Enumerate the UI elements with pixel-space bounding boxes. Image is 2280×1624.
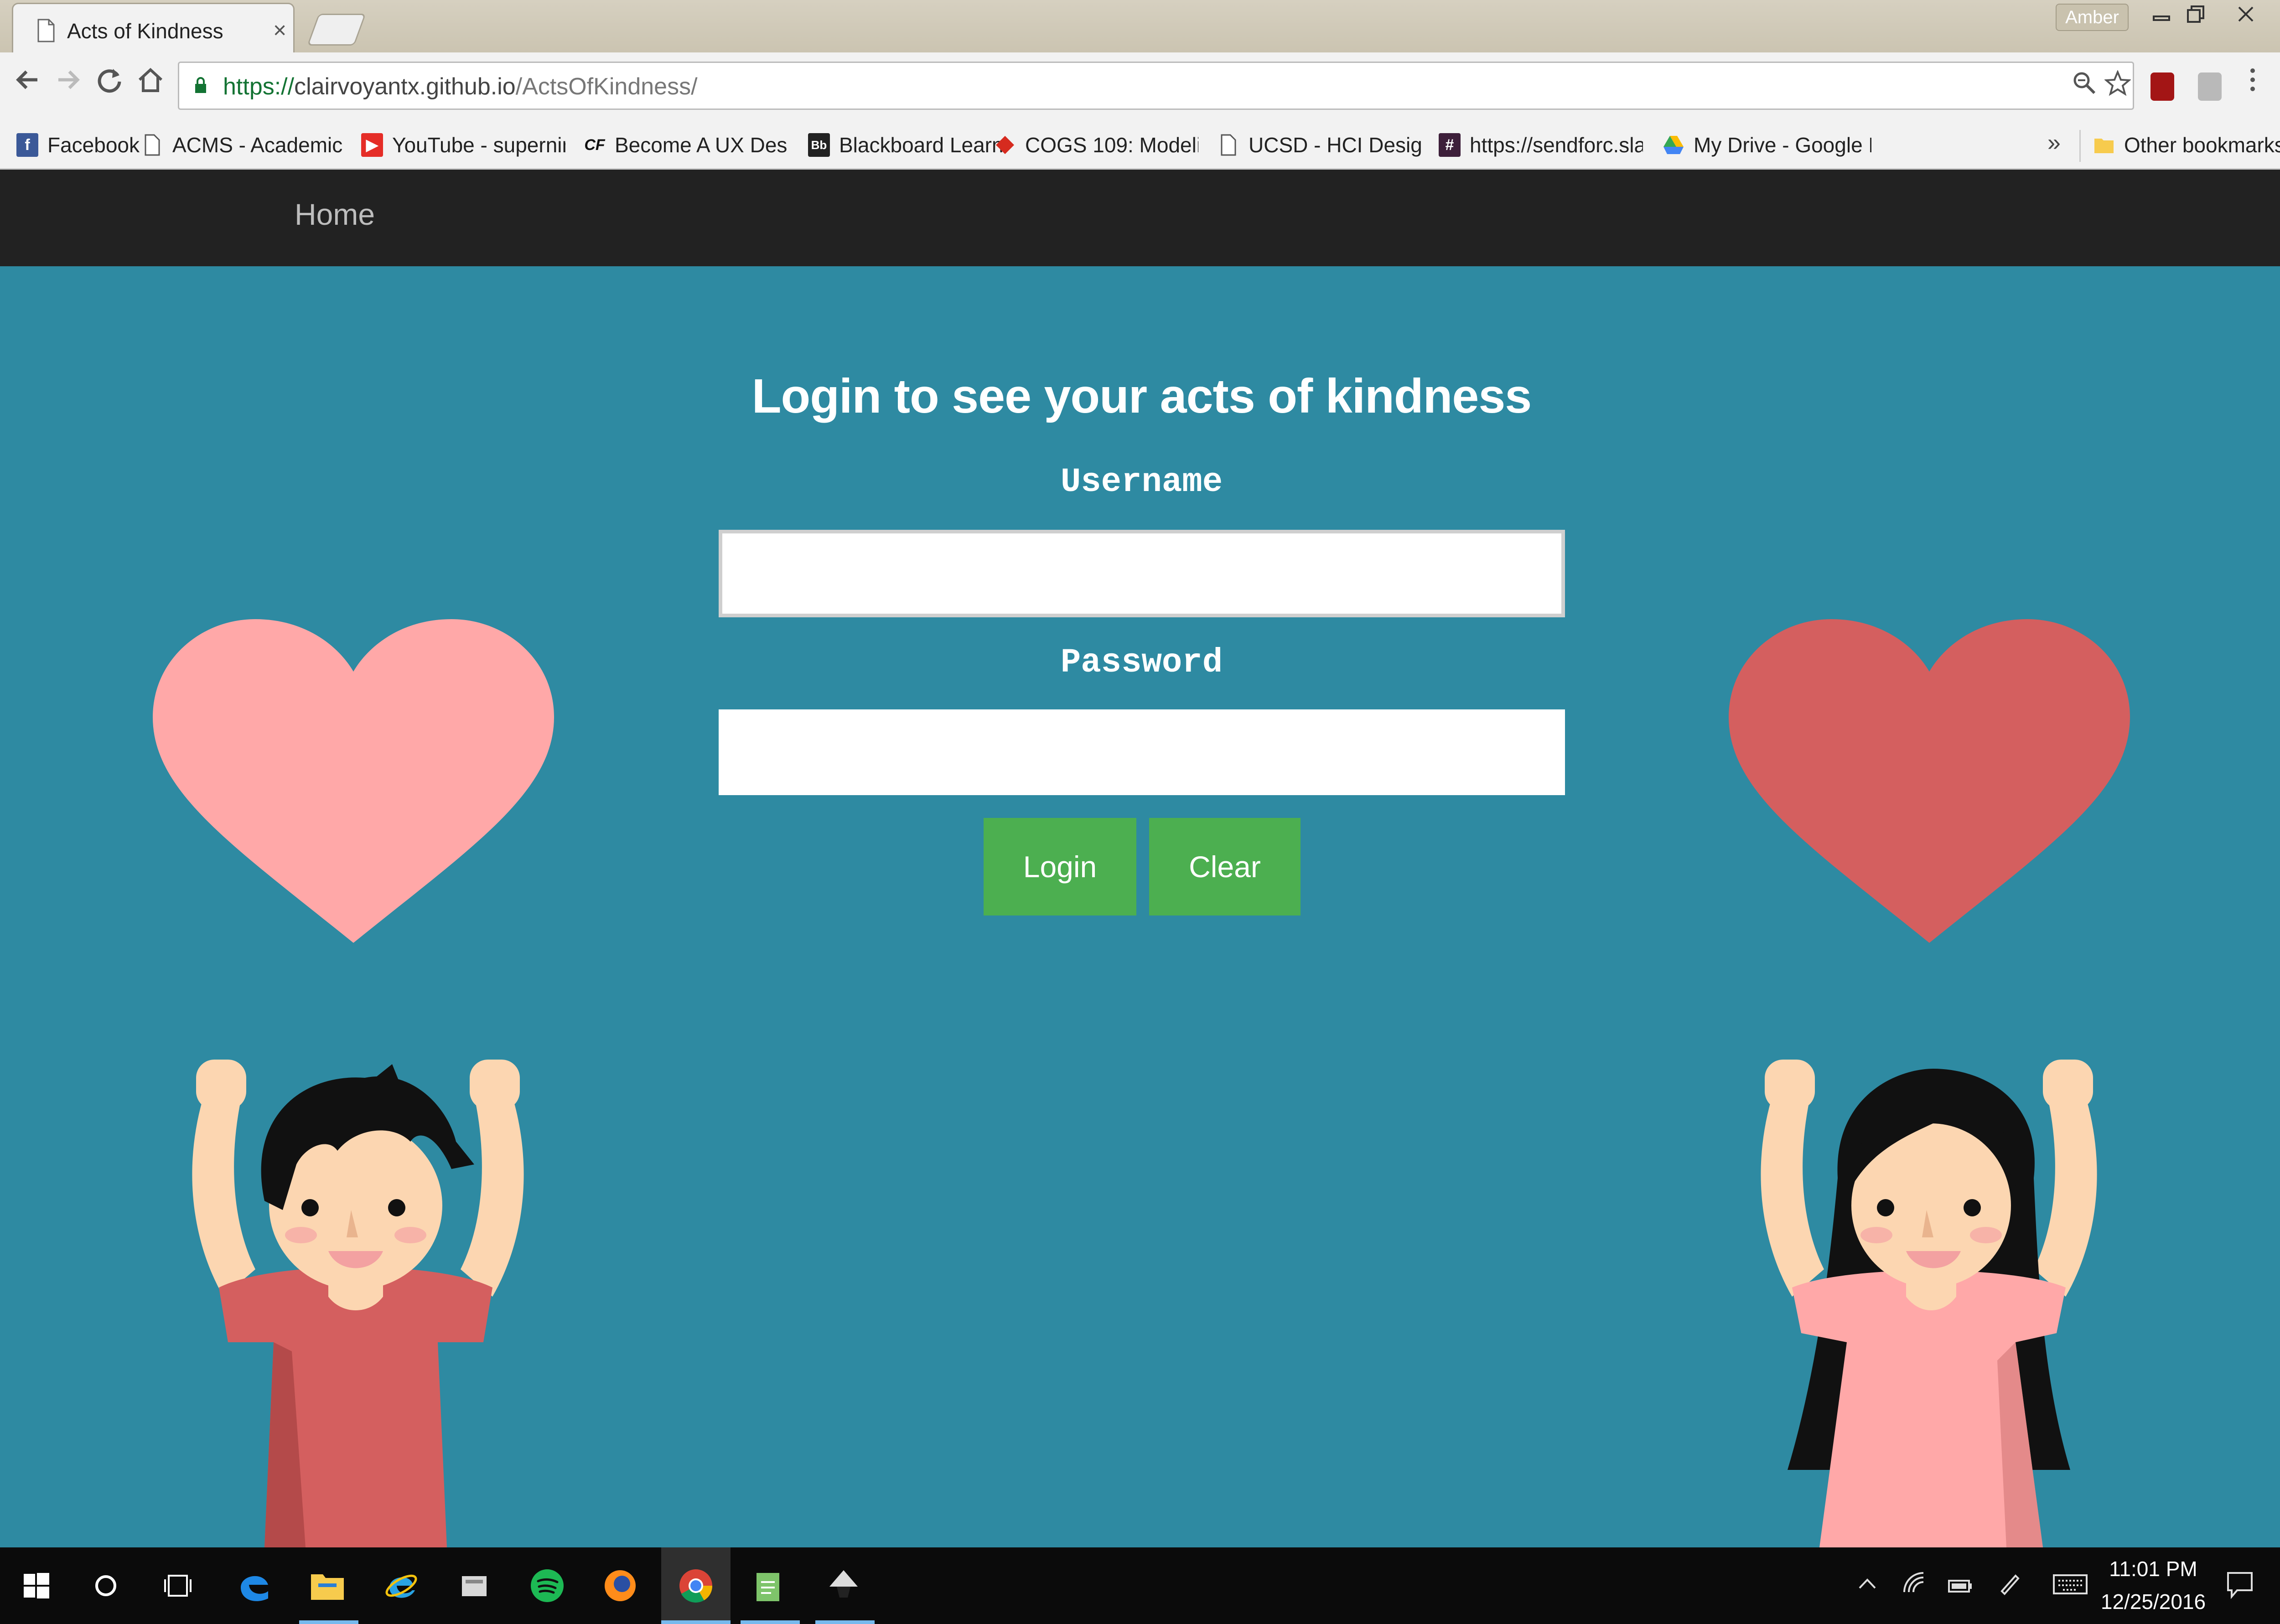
bookmark-google-drive[interactable]: My Drive - Google Dr — [1663, 129, 1877, 161]
restore-icon[interactable] — [2184, 3, 2207, 31]
bookmark-cogs[interactable]: COGS 109: Modeling — [994, 129, 1204, 161]
spotify-icon[interactable] — [524, 1563, 570, 1608]
canvas-icon — [994, 133, 1016, 157]
edge-icon[interactable] — [232, 1563, 277, 1608]
notepad-icon[interactable] — [746, 1563, 792, 1608]
home-icon[interactable] — [136, 65, 165, 101]
task-view-icon[interactable] — [155, 1563, 201, 1608]
internet-explorer-icon[interactable] — [378, 1563, 424, 1608]
bookmark-acms[interactable]: ACMS - Academic Co — [141, 129, 347, 161]
password-input[interactable] — [719, 709, 1565, 795]
address-bar[interactable]: https://clairvoyantx.github.io/ActsOfKin… — [178, 62, 2134, 110]
heart-right-icon — [1729, 619, 2130, 943]
browser-toolbar: https://clairvoyantx.github.io/ActsOfKin… — [0, 52, 2280, 122]
main-content: Login to see your acts of kindness Usern… — [0, 266, 2280, 1547]
bookmark-hci-design[interactable]: UCSD - HCI Design - ( — [1218, 129, 1427, 161]
file-explorer-icon[interactable] — [305, 1563, 350, 1608]
network-icon[interactable] — [1902, 1570, 1927, 1602]
minimize-icon[interactable] — [2150, 3, 2173, 31]
windows-taskbar: 11:01 PM 12/25/2016 — [0, 1547, 2280, 1624]
reload-icon[interactable] — [95, 65, 124, 101]
girl-illustration — [1761, 1060, 2097, 1547]
action-center-icon[interactable] — [2225, 1570, 2254, 1606]
folder-icon — [2093, 133, 2115, 157]
new-tab-button[interactable] — [307, 14, 366, 46]
app-icon[interactable] — [451, 1563, 497, 1608]
show-hidden-icons-icon[interactable] — [1856, 1570, 1879, 1602]
site-navbar: Home — [0, 170, 2280, 266]
keyboard-icon[interactable] — [2052, 1570, 2088, 1602]
firefox-icon[interactable] — [597, 1563, 643, 1608]
heart-left-icon — [153, 619, 554, 943]
bookmarks-separator — [2079, 130, 2081, 162]
windows-start-icon[interactable] — [14, 1563, 59, 1608]
battery-icon[interactable] — [1947, 1570, 1973, 1602]
page-icon — [37, 19, 55, 42]
boy-illustration — [192, 1060, 524, 1547]
ublock-icon[interactable] — [2150, 72, 2174, 101]
back-icon[interactable] — [13, 65, 42, 101]
lock-icon — [195, 77, 206, 93]
clear-button[interactable]: Clear — [1149, 818, 1301, 915]
bookmarks-bar: f Facebook ACMS - Academic Co ▶ YouTube … — [0, 122, 2280, 170]
clock-date[interactable]: 12/25/2016 — [2094, 1589, 2213, 1614]
url-text: https://clairvoyantx.github.io/ActsOfKin… — [223, 73, 698, 100]
cf-icon: CF — [584, 136, 605, 154]
zoom-icon[interactable] — [2072, 70, 2097, 102]
bookmark-slack[interactable]: # https://sendforc.slack — [1439, 129, 1648, 161]
bookmark-blackboard[interactable]: Bb Blackboard Learn — [808, 129, 1004, 161]
forward-icon[interactable] — [54, 65, 83, 101]
extension-icon[interactable] — [2198, 72, 2222, 101]
youtube-icon: ▶ — [361, 133, 383, 157]
bookmark-ux-design[interactable]: CF Become A UX Design — [584, 129, 793, 161]
close-window-icon[interactable] — [2234, 3, 2257, 31]
tab-title: Acts of Kindness — [67, 19, 223, 43]
inkscape-icon[interactable] — [821, 1563, 866, 1608]
facebook-icon: f — [16, 133, 38, 157]
bookmark-other[interactable]: Other bookmarks — [2093, 129, 2280, 161]
inkscape-running-indicator — [815, 1620, 875, 1624]
browser-titlebar: Acts of Kindness × Amber — [0, 0, 2280, 54]
tab-close-icon[interactable]: × — [273, 17, 286, 43]
more-bookmarks-icon[interactable]: » — [2047, 129, 2061, 156]
file-explorer-running-indicator — [299, 1620, 358, 1624]
chrome-running-indicator — [661, 1620, 731, 1624]
login-button[interactable]: Login — [984, 818, 1136, 915]
bookmark-youtube[interactable]: ▶ YouTube - superninja — [361, 129, 566, 161]
page-title: Login to see your acts of kindness — [751, 369, 1532, 423]
tab-acts-of-kindness[interactable]: Acts of Kindness × — [12, 3, 295, 54]
chrome-icon[interactable] — [673, 1563, 719, 1608]
bookmark-facebook[interactable]: f Facebook — [16, 129, 140, 161]
bookmark-star-icon[interactable] — [2104, 69, 2132, 103]
slack-icon: # — [1439, 133, 1461, 157]
username-label: Username — [1060, 463, 1223, 502]
blackboard-icon: Bb — [808, 133, 830, 157]
google-drive-icon — [1663, 133, 1684, 157]
page-icon — [1218, 133, 1239, 157]
page-icon — [141, 133, 163, 157]
pen-icon[interactable] — [1997, 1570, 2023, 1602]
profile-button[interactable]: Amber — [2056, 4, 2129, 31]
nav-home-link[interactable]: Home — [295, 197, 375, 232]
clock-time[interactable]: 11:01 PM — [2094, 1557, 2213, 1581]
username-input[interactable] — [719, 530, 1565, 617]
notepad-running-indicator — [741, 1620, 800, 1624]
menu-icon[interactable] — [2244, 65, 2262, 101]
cortana-icon[interactable] — [83, 1563, 129, 1608]
